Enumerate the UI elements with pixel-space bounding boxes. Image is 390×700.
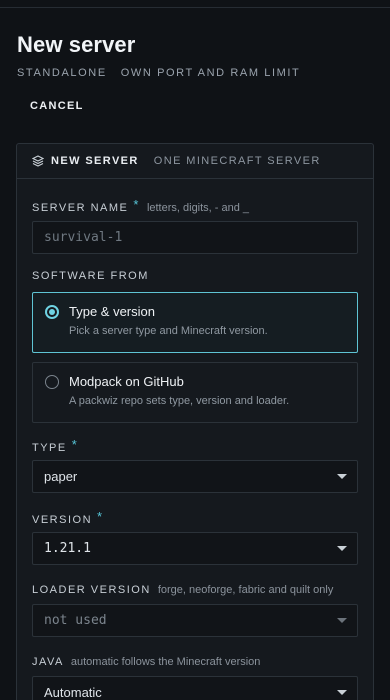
cancel-button[interactable]: CANCEL [17,93,97,119]
version-label-text: VERSION [32,513,93,526]
page-title: New server [17,32,136,57]
subtitle-port-ram: OWN PORT AND RAM LIMIT [120,67,301,79]
chevron-down-icon [337,546,347,551]
card-header: NEW SERVER ONE MINECRAFT SERVER [17,144,373,179]
option-type-version-title: Type & version [69,304,155,319]
radio-unselected-icon [45,375,59,389]
new-server-card: NEW SERVER ONE MINECRAFT SERVER SERVER N… [16,143,374,700]
required-marker: * [71,437,79,452]
page-subtitle: STANDALONE OWN PORT AND RAM LIMIT [17,67,300,79]
option-type-version[interactable]: Type & version Pick a server type and Mi… [32,292,358,353]
card-subtitle: ONE MINECRAFT SERVER [153,155,321,167]
top-divider [0,7,390,8]
type-select[interactable]: paper [32,460,358,493]
java-select[interactable]: Automatic [32,676,358,700]
option-modpack-github[interactable]: Modpack on GitHub A packwiz repo sets ty… [32,362,358,423]
chevron-down-icon [337,690,347,695]
loader-version-label: LOADER VERSION forge, neoforge, fabric a… [32,584,333,596]
loader-version-hint: forge, neoforge, fabric and quilt only [157,584,334,596]
server-name-label-text: SERVER NAME [32,201,129,214]
option-modpack-title: Modpack on GitHub [69,374,184,389]
software-from-label-text: SOFTWARE FROM [32,270,149,282]
server-name-label: SERVER NAME * letters, digits, - and _ [32,197,250,215]
server-name-input[interactable]: survival-1 [32,221,358,254]
version-select[interactable]: 1.21.1 [32,532,358,565]
option-modpack-description: A packwiz repo sets type, version and lo… [69,395,290,407]
chevron-down-icon [337,618,347,623]
software-from-label: SOFTWARE FROM [32,270,149,282]
type-label: TYPE * [32,437,79,455]
required-marker: * [133,197,140,212]
chevron-down-icon [337,474,347,479]
loader-version-value: not used [44,613,107,628]
subtitle-standalone: STANDALONE [17,67,107,79]
java-label-text: JAVA [32,656,64,668]
type-select-value: paper [44,469,78,484]
version-select-value: 1.21.1 [44,541,91,556]
loader-version-select[interactable]: not used [32,604,358,637]
option-type-version-description: Pick a server type and Minecraft version… [69,325,268,337]
version-label: VERSION * [32,509,104,527]
server-name-hint: letters, digits, - and _ [146,201,250,214]
java-label: JAVA automatic follows the Minecraft ver… [32,656,260,668]
server-name-placeholder: survival-1 [44,230,123,245]
radio-selected-icon [45,305,59,319]
card-title: NEW SERVER [51,155,139,167]
required-marker: * [97,509,104,524]
loader-version-label-text: LOADER VERSION [32,584,151,596]
type-label-text: TYPE [32,441,67,454]
java-hint: automatic follows the Minecraft version [70,656,261,668]
java-select-value: Automatic [44,685,102,700]
layers-icon [32,155,44,167]
